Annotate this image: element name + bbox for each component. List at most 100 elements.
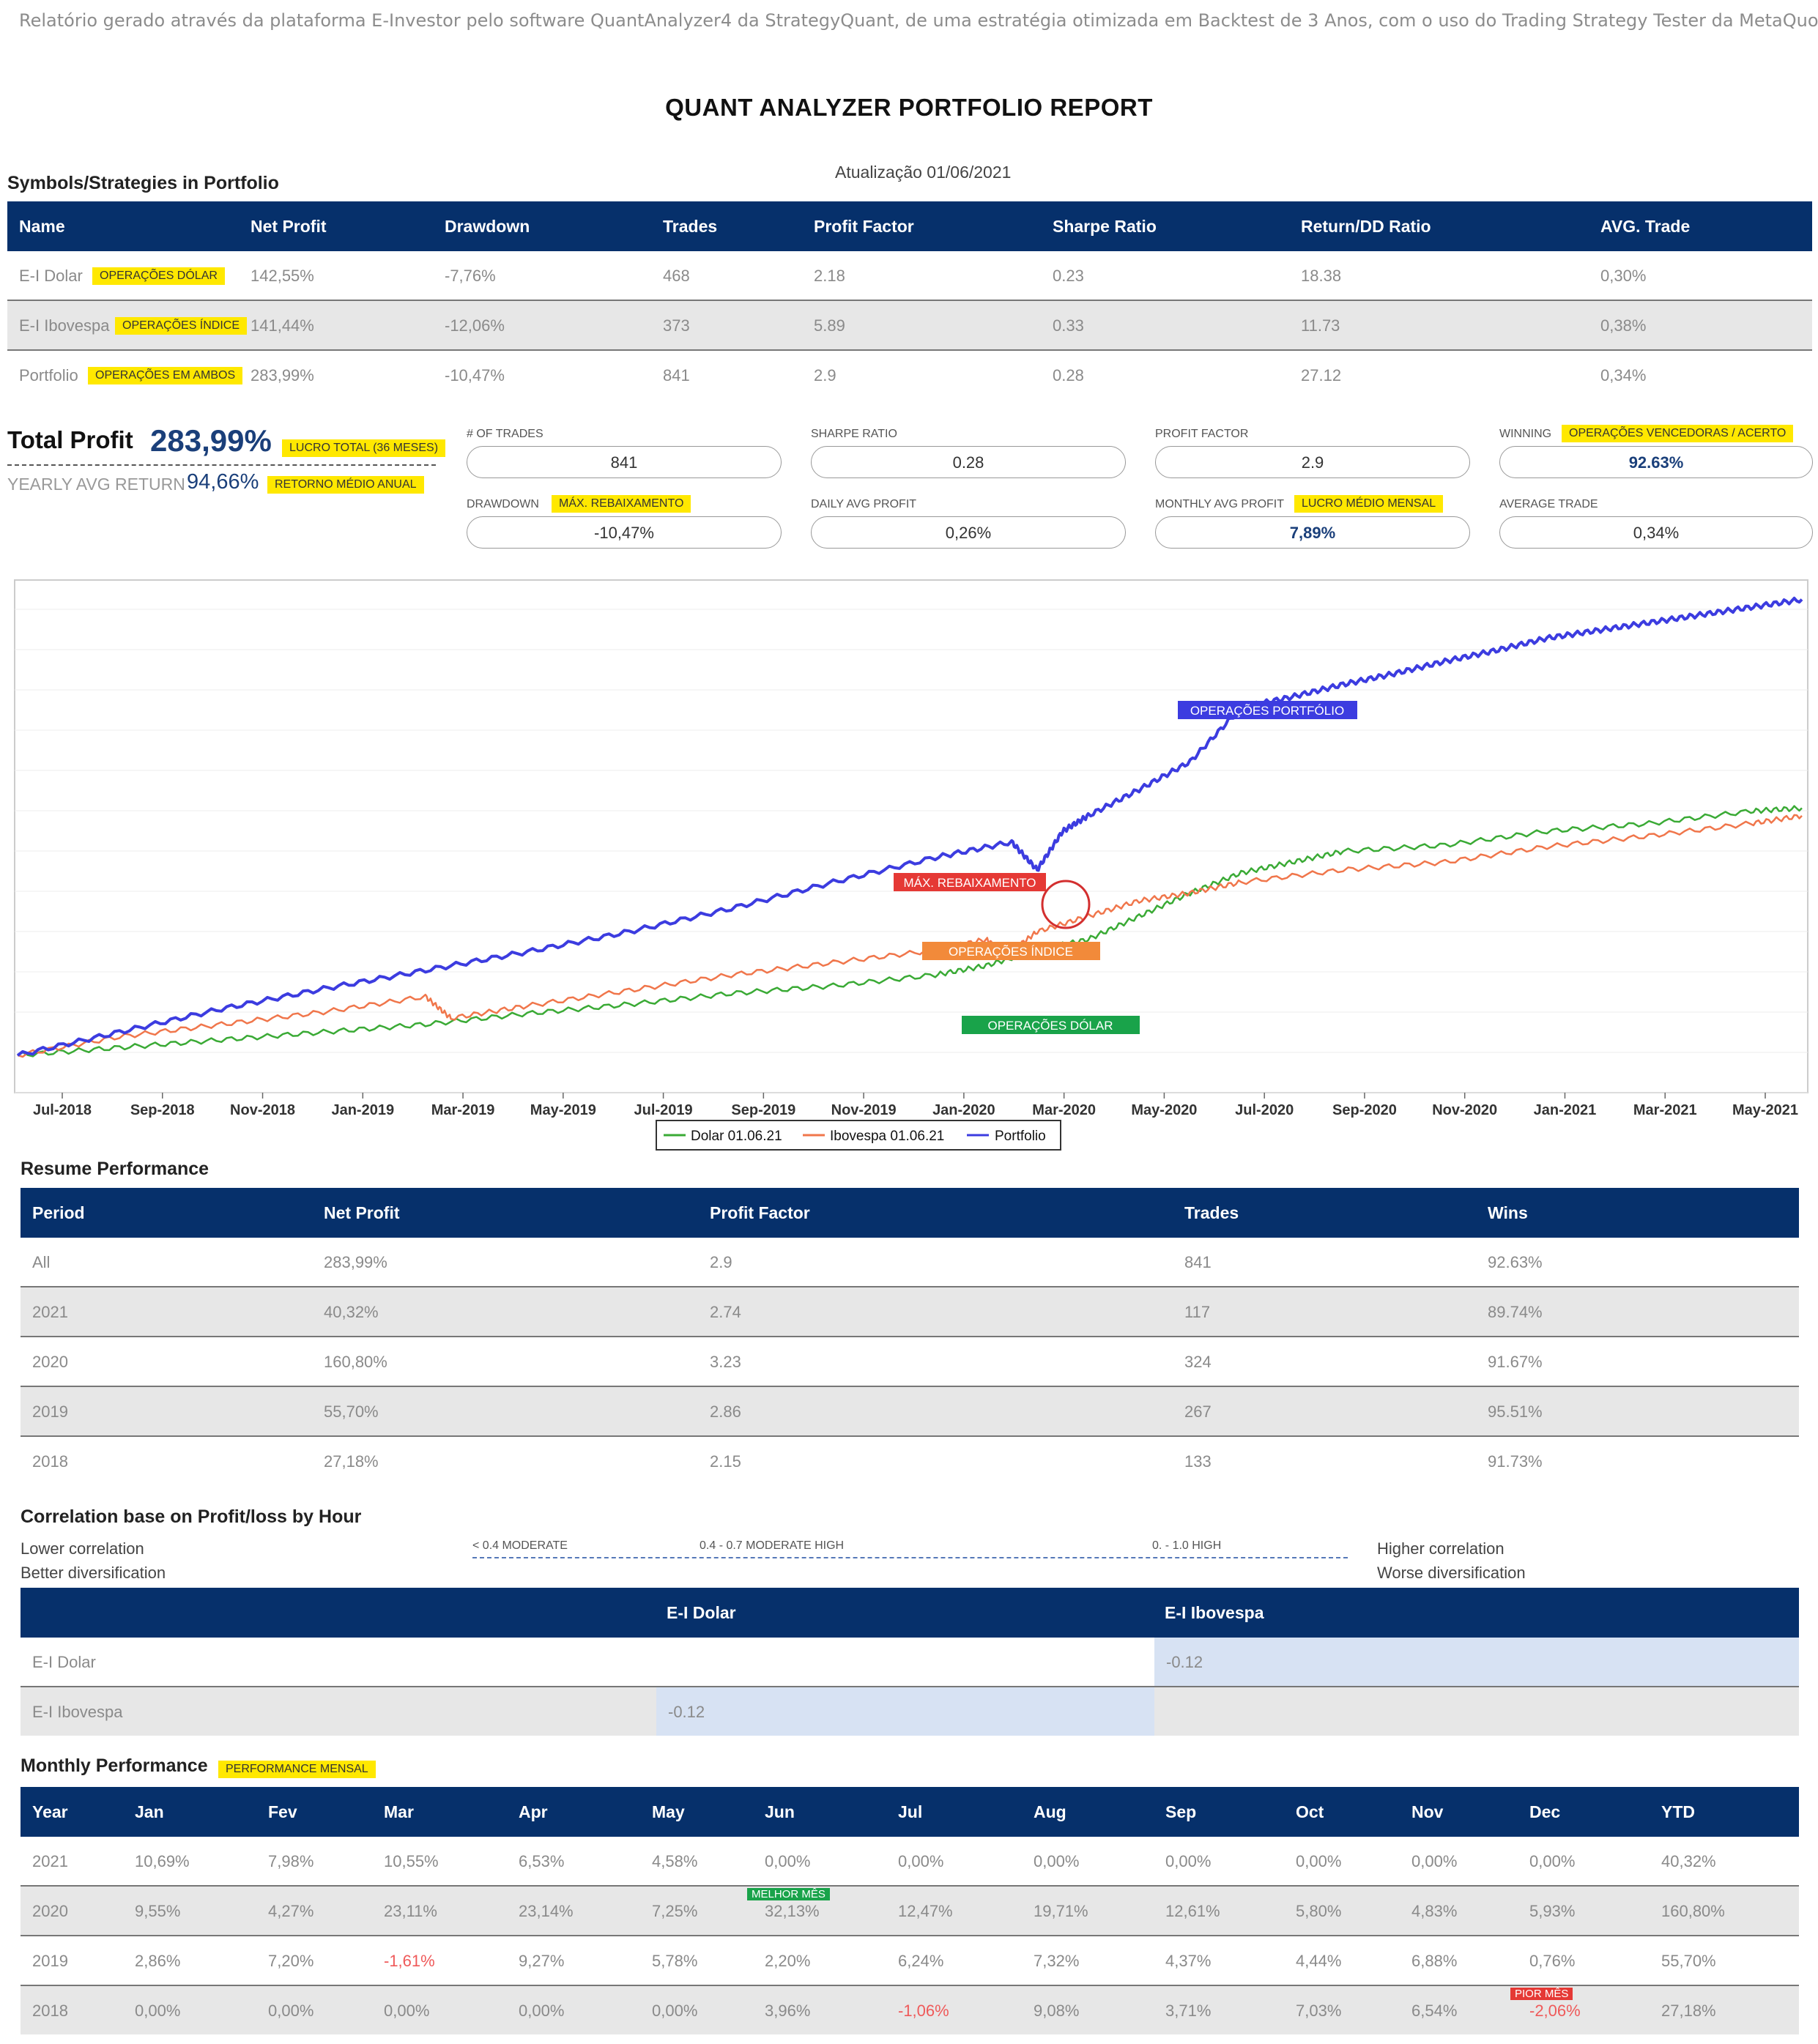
stat-tag-winning: OPERAÇÕES VENCEDORAS / ACERTO: [1562, 425, 1794, 442]
cell-sharpe: 0.28: [1053, 366, 1084, 384]
cell-month-value: 0,00%: [268, 2002, 314, 2020]
table-row: 2021 10,69% 7,98% 10,55% 6,53% 4,58% 0,00% 0,00…: [21, 1837, 1799, 1887]
total-profit-tag: LUCRO TOTAL (36 MESES): [282, 439, 446, 457]
col-jul: Jul: [898, 1802, 923, 1821]
table-row: 2019 2,86% 7,20% -1,61% 9,27% 5,78% 2,20% 6,24%…: [21, 1936, 1799, 1986]
cell-month-value: -2,06%: [1529, 2002, 1581, 2020]
monthly-table: Year Jan Fev Mar Apr May Jun Jul Aug Sep Oct Nov Dec…: [21, 1787, 1799, 2036]
cell-net-profit: 283,99%: [324, 1253, 387, 1271]
cell-month-value: 23,11%: [384, 1902, 437, 1920]
cell-month-value: 0,00%: [898, 1852, 944, 1870]
chart-x-ticks: Jul-2018 Sep-2018 Nov-2018 Jan-2019 Mar-2019…: [33, 1093, 1798, 1118]
cell-month-value: 6,88%: [1411, 1952, 1458, 1970]
table-row: 2020 160,80% 3.23 324 91.67%: [21, 1337, 1799, 1387]
table-row: E-I Ibovespa OPERAÇÕES ÍNDICE 141,44% -1…: [7, 301, 1812, 351]
cell-month-value: 6,53%: [519, 1852, 565, 1870]
col-apr: Apr: [519, 1802, 548, 1821]
cell-trades: 841: [1184, 1253, 1212, 1271]
cell-month-value: 7,32%: [1034, 1952, 1080, 1970]
table-row: 2021 40,32% 2.74 117 89.74%: [21, 1287, 1799, 1337]
row-name: E-I Ibovespa: [32, 1703, 123, 1721]
cell-month-value: 0,00%: [519, 2002, 565, 2020]
x-tick-label: Nov-2018: [230, 1102, 295, 1118]
cell-year: 2020: [32, 1902, 68, 1920]
col-ei-dolar: E-I Dolar: [667, 1603, 736, 1622]
correlation-section-title: Correlation base on Profit/loss by Hour: [21, 1506, 362, 1527]
cell-month-value: 4,27%: [268, 1902, 314, 1920]
col-nov: Nov: [1411, 1802, 1444, 1821]
better-diversification-label: Better diversification: [21, 1564, 166, 1582]
cell-net-profit: 27,18%: [324, 1452, 379, 1471]
correlation-value: -0.12: [1166, 1653, 1203, 1671]
cell-year: 2018: [32, 2002, 68, 2020]
cell-wins: 91.67%: [1488, 1353, 1543, 1371]
table-row: E-I Dolar -0.12: [21, 1638, 1799, 1687]
stat-label-sharpe: SHARPE RATIO: [811, 428, 897, 440]
x-tick-label: Jul-2018: [33, 1102, 92, 1118]
monthly-table-header: Year Jan Fev Mar Apr May Jun Jul Aug Sep Oct Nov Dec…: [21, 1787, 1799, 1837]
stat-label-monthly-avg: MONTHLY AVG PROFIT: [1155, 498, 1285, 510]
cell-net-profit: 283,99%: [251, 366, 314, 384]
cell-month-value: 7,98%: [268, 1852, 314, 1870]
cell-month-value: 40,32%: [1661, 1852, 1716, 1870]
cell-month-value: 10,55%: [384, 1852, 439, 1870]
x-tick-label: Nov-2020: [1432, 1102, 1497, 1118]
cell-trades: 267: [1184, 1402, 1212, 1421]
table-row: All 283,99% 2.9 841 92.63%: [21, 1238, 1799, 1287]
stat-trades: 841: [467, 446, 782, 478]
report-description: Relatório gerado através da plataforma E…: [19, 10, 1818, 31]
row-tag: OPERAÇÕES ÍNDICE: [115, 317, 248, 335]
row-name: Portfolio: [19, 366, 78, 384]
cell-profit-factor: 2.9: [710, 1253, 732, 1271]
stat-label-trades: # OF TRADES: [467, 428, 543, 440]
x-tick-label: Mar-2021: [1633, 1102, 1697, 1118]
col-dec: Dec: [1529, 1802, 1561, 1821]
cell-month-value: 5,93%: [1529, 1902, 1576, 1920]
col-avg-trade: AVG. Trade: [1600, 217, 1691, 236]
best-month-tag: MELHOR MÊS: [747, 1888, 830, 1900]
cell-month-value: 7,25%: [652, 1902, 698, 1920]
col-ytd: YTD: [1661, 1802, 1695, 1821]
col-period: Period: [32, 1203, 85, 1222]
cell-month-value: 32,13%: [765, 1902, 820, 1920]
cell-trades: 117: [1184, 1303, 1211, 1321]
cell-sharpe: 0.33: [1053, 316, 1084, 335]
cell-profit-factor: 2.18: [814, 267, 845, 285]
cell-month-value: 0,76%: [1529, 1952, 1576, 1970]
cell-month-value: 10,69%: [135, 1852, 190, 1870]
cell-profit-factor: 2.15: [710, 1452, 741, 1471]
cell-trades: 324: [1184, 1353, 1212, 1371]
cell-month-value: 6,54%: [1411, 2002, 1458, 2020]
stat-label-daily-avg: DAILY AVG PROFIT: [811, 498, 917, 510]
col-wins: Wins: [1488, 1203, 1528, 1222]
stat-average-trade: 0,34%: [1499, 516, 1813, 549]
stat-winning: 92.63%: [1499, 446, 1813, 478]
cell-month-value: 4,37%: [1165, 1952, 1212, 1970]
cell-month-value: 12,61%: [1165, 1902, 1220, 1920]
cell-month-value: 4,44%: [1296, 1952, 1342, 1970]
row-name: E-I Dolar: [19, 267, 83, 285]
cell-net-profit: 141,44%: [251, 316, 314, 335]
col-sharpe-ratio: Sharpe Ratio: [1053, 217, 1157, 236]
lower-correlation-label: Lower correlation: [21, 1539, 144, 1558]
x-tick-label: Sep-2018: [130, 1102, 195, 1118]
cell-trades: 133: [1184, 1452, 1212, 1471]
x-tick-label: Mar-2019: [431, 1102, 495, 1118]
cell-month-value: 0,00%: [1529, 1852, 1576, 1870]
higher-correlation-label: Higher correlation: [1377, 1539, 1505, 1558]
cell-profit-factor: 2.9: [814, 366, 836, 384]
col-jun: Jun: [765, 1802, 795, 1821]
monthly-tag: PERFORMANCE MENSAL: [218, 1761, 376, 1778]
equity-chart: Jul-2018 Sep-2018 Nov-2018 Jan-2019 Mar-2019…: [14, 579, 1808, 1151]
col-profit-factor: Profit Factor: [814, 217, 914, 236]
cell-profit-factor: 5.89: [814, 316, 845, 335]
worst-month-tag: PIOR MÊS: [1510, 1988, 1573, 2000]
cell-net-profit: 142,55%: [251, 267, 314, 285]
col-year: Year: [32, 1802, 68, 1821]
symbols-section-title: Symbols/Strategies in Portfolio: [7, 173, 279, 193]
x-tick-label: Mar-2020: [1032, 1102, 1096, 1118]
x-tick-label: May-2020: [1131, 1102, 1197, 1118]
correlation-cell: -0.12: [656, 1687, 1154, 1736]
stat-label-drawdown: DRAWDOWN: [467, 498, 539, 510]
stat-label-winning: WINNING: [1499, 428, 1552, 440]
